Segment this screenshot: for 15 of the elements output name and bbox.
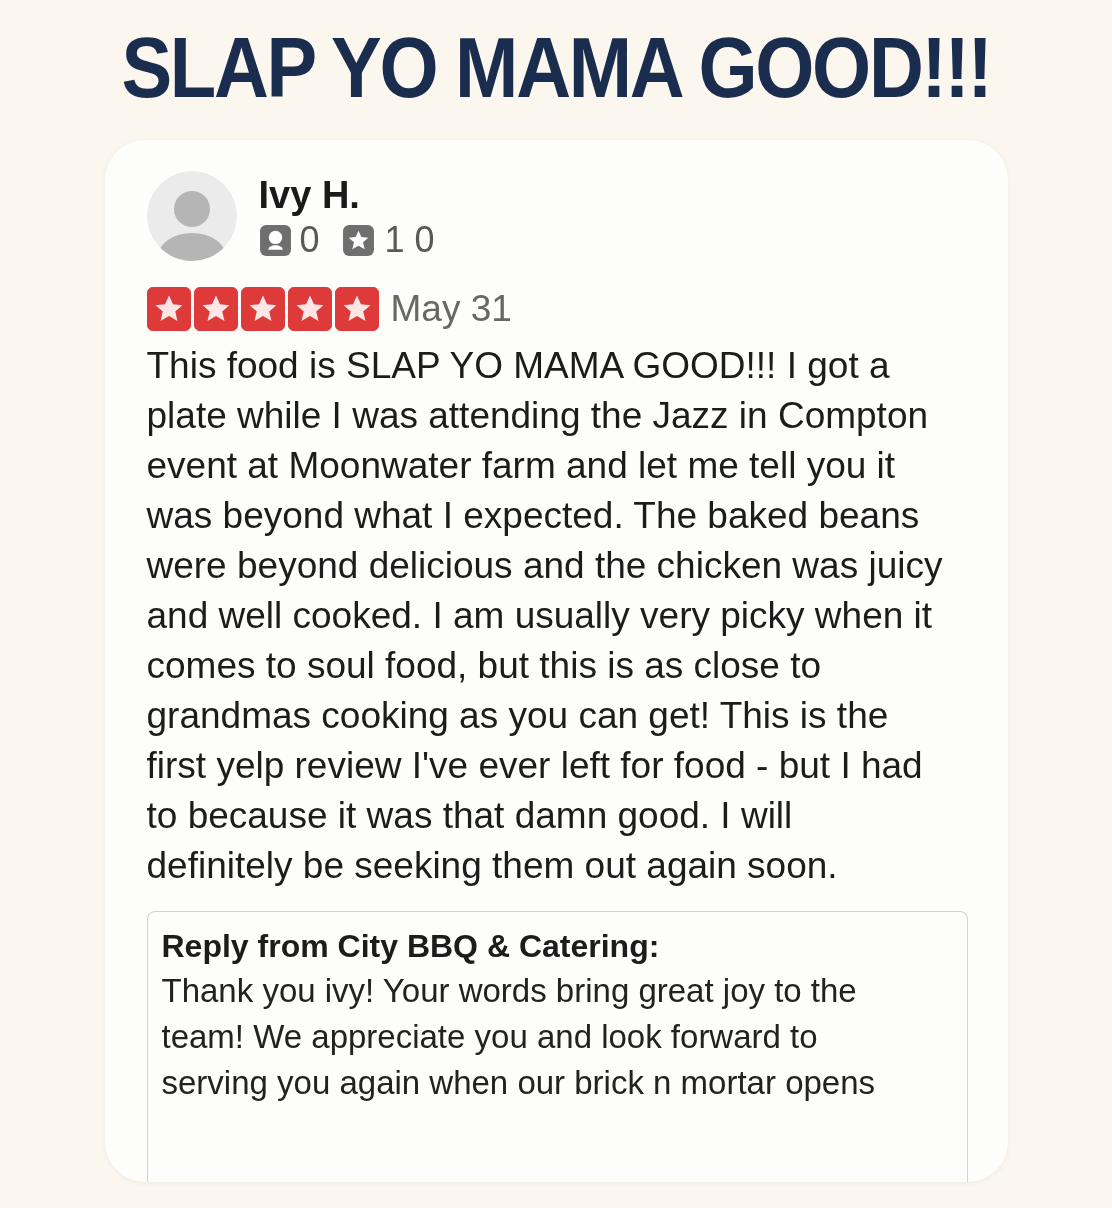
person-icon <box>258 223 292 257</box>
star-icon <box>287 287 332 331</box>
reply-title: Reply from City BBQ & Catering: <box>161 927 661 966</box>
review-date: May 31 <box>390 287 512 331</box>
avatar-icon <box>146 171 237 261</box>
reply-text: Thank you ivy! Your words bring great joy to the team! We appreciate you and look forward to serving you again when our brick n mortar opens <box>161 971 877 1103</box>
review-text: This food is SLAP YO MAMA GOOD!!! I got a plate while I was attending the Jazz in Compton event at Moonwater farm and let me tell you it was beyond what I expected. The baked beans were beyond delicious and the chicken was juicy and well cooked. I am usually very picky when it comes to soul food, but this is as close to grandmas cooking as you can get! This is the first yelp review I've ever left for food - but I had to because it was that damn good. I will definitely be seeking them out again soon. <box>146 344 944 888</box>
star-icon <box>193 287 238 331</box>
friend-count: 0 <box>299 220 320 260</box>
star-icon <box>240 287 285 331</box>
star-icon <box>334 287 379 331</box>
reviewer-name: Ivy H. <box>258 173 361 218</box>
review-count: 1 0 <box>384 220 435 260</box>
star-icon <box>146 287 191 331</box>
headline: SLAP YO MAMA GOOD!!! <box>121 18 991 118</box>
